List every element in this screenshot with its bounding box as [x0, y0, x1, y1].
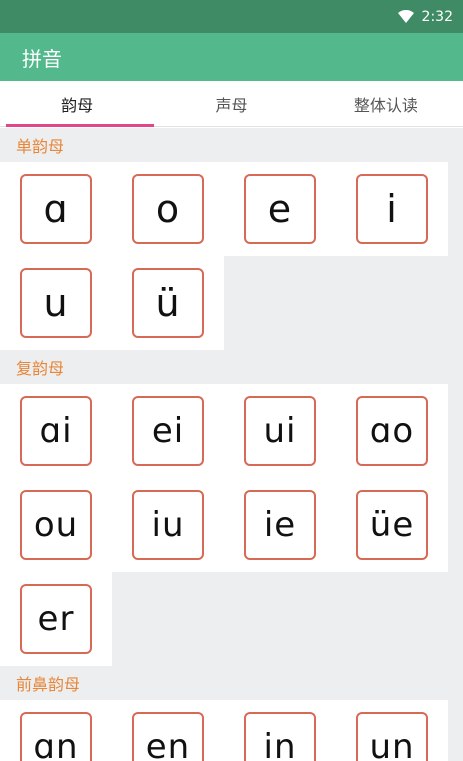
section-title-simple-finals: 单韵母 — [0, 128, 463, 162]
section-title-compound-finals: 复韵母 — [0, 350, 463, 384]
grid-cell: un — [336, 700, 448, 761]
pinyin-card[interactable]: o — [132, 174, 204, 244]
app-title: 拼音 — [22, 46, 62, 71]
grid-cell: e — [224, 162, 336, 256]
pinyin-card[interactable]: en — [132, 712, 204, 761]
grid-cell: ü — [112, 256, 224, 350]
pinyin-card[interactable]: un — [356, 712, 428, 761]
grid-cell: ɑn — [0, 700, 112, 761]
pinyin-card[interactable]: i — [356, 174, 428, 244]
pinyin-card[interactable]: u — [20, 268, 92, 338]
pinyin-card[interactable]: ü — [132, 268, 204, 338]
tab-whole-syllables[interactable]: 整体认读 — [309, 81, 463, 126]
content-list[interactable]: 单韵母 ɑ o e i u ü 复韵母 ɑi ei ui ɑo ou iu ie… — [0, 128, 463, 761]
status-bar: 2:32 — [0, 0, 463, 33]
wifi-icon — [397, 10, 414, 23]
tab-initials[interactable]: 声母 — [154, 81, 308, 126]
pinyin-card[interactable]: ɑ — [20, 174, 92, 244]
pinyin-card[interactable]: ei — [132, 396, 204, 466]
grid-cell: i — [336, 162, 448, 256]
grid-cell: ɑ — [0, 162, 112, 256]
grid-cell: ɑi — [0, 384, 112, 478]
pinyin-card[interactable]: ɑn — [20, 712, 92, 761]
grid-front-nasal-finals: ɑn en in un — [0, 700, 463, 761]
tab-finals[interactable]: 韵母 — [0, 81, 155, 127]
grid-simple-finals: ɑ o e i u ü — [0, 162, 463, 350]
pinyin-card[interactable]: in — [244, 712, 316, 761]
grid-cell: en — [112, 700, 224, 761]
grid-cell: ui — [224, 384, 336, 478]
pinyin-card[interactable]: ou — [20, 490, 92, 560]
app-bar: 拼音 — [0, 33, 463, 81]
pinyin-card[interactable]: iu — [132, 490, 204, 560]
grid-cell: ɑo — [336, 384, 448, 478]
grid-cell: u — [0, 256, 112, 350]
pinyin-card[interactable]: ɑo — [356, 396, 428, 466]
pinyin-card[interactable]: ui — [244, 396, 316, 466]
pinyin-card[interactable]: er — [20, 584, 92, 654]
grid-cell: ei — [112, 384, 224, 478]
pinyin-card[interactable]: e — [244, 174, 316, 244]
grid-cell: ie — [224, 478, 336, 572]
grid-cell: ou — [0, 478, 112, 572]
pinyin-card[interactable]: ɑi — [20, 396, 92, 466]
grid-cell: üe — [336, 478, 448, 572]
grid-cell: er — [0, 572, 112, 666]
status-time: 2:32 — [421, 8, 453, 25]
grid-cell: iu — [112, 478, 224, 572]
grid-cell: o — [112, 162, 224, 256]
grid-cell: in — [224, 700, 336, 761]
pinyin-card[interactable]: üe — [356, 490, 428, 560]
section-title-front-nasal-finals: 前鼻韵母 — [0, 666, 463, 700]
pinyin-card[interactable]: ie — [244, 490, 316, 560]
grid-compound-finals: ɑi ei ui ɑo ou iu ie üe er — [0, 384, 463, 666]
tab-bar: 韵母 声母 整体认读 — [0, 81, 463, 127]
